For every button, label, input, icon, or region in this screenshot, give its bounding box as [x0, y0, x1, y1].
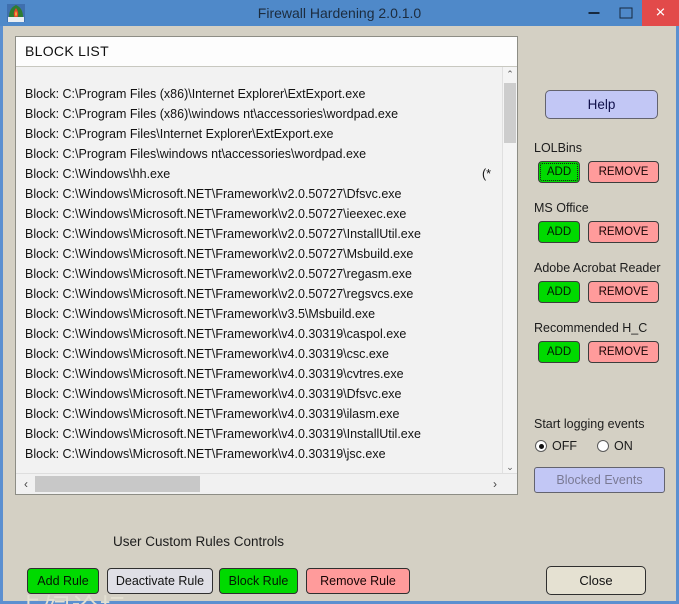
block-list-item[interactable]: Block: C:\Windows\Microsoft.NET\Framewor… — [16, 304, 502, 324]
block-list-body[interactable]: Block: C:\Program Files (x86)\Internet E… — [16, 67, 502, 475]
sidebar-group-label: LOLBins — [534, 141, 582, 155]
close-window-button[interactable]: × — [642, 0, 679, 26]
block-list-item[interactable]: Block: C:\Windows\Microsoft.NET\Framewor… — [16, 264, 502, 284]
radio-off-indicator — [535, 440, 547, 452]
block-list-title: BLOCK LIST — [25, 43, 109, 59]
block-list-item[interactable]: Block: C:\Windows\Microsoft.NET\Framewor… — [16, 384, 502, 404]
block-list-item[interactable]: Block: C:\Program Files (x86)\Internet E… — [16, 84, 502, 104]
logging-section-label: Start logging events — [534, 417, 645, 431]
add-button[interactable]: ADD — [538, 341, 580, 363]
block-list-item[interactable]: Block: C:\Windows\Microsoft.NET\Framewor… — [16, 184, 502, 204]
maximize-button[interactable] — [610, 0, 642, 26]
minimize-icon — [588, 12, 600, 14]
user-custom-rules-title: User Custom Rules Controls — [113, 534, 285, 549]
sidebar-group-label: Recommended H_C — [534, 321, 648, 335]
scroll-up-icon[interactable]: ⌃ — [503, 67, 517, 82]
block-list-item[interactable]: Block: C:\Windows\Microsoft.NET\Framewor… — [16, 324, 502, 344]
add-button[interactable]: ADD — [538, 161, 580, 183]
remove-button[interactable]: REMOVE — [588, 281, 659, 303]
block-list-item[interactable]: Block: C:\Windows\hh.exe (* — [16, 164, 502, 184]
block-list-item[interactable]: Block: C:\Program Files\windows nt\acces… — [16, 144, 502, 164]
block-list-header: BLOCK LIST — [16, 37, 517, 67]
horizontal-scroll-thumb[interactable] — [35, 476, 200, 492]
block-rule-button[interactable]: Block Rule — [219, 568, 298, 594]
block-list-item[interactable]: Block: C:\Program Files (x86)\windows nt… — [16, 104, 502, 124]
block-list-item[interactable]: Block: C:\Windows\Microsoft.NET\Framewor… — [16, 424, 502, 444]
scroll-left-icon[interactable]: ‹ — [18, 474, 34, 494]
maximize-icon — [619, 7, 633, 19]
client-area: BLOCK LIST Block: C:\Program Files (x86)… — [3, 26, 676, 604]
block-list-item[interactable]: Block: C:\Windows\Microsoft.NET\Framewor… — [16, 404, 502, 424]
block-list-panel: BLOCK LIST Block: C:\Program Files (x86)… — [15, 36, 518, 495]
blocked-events-button[interactable]: Blocked Events — [534, 467, 665, 493]
block-list-item[interactable]: Block: C:\Program Files\Internet Explore… — [16, 124, 502, 144]
block-list-item[interactable]: Block: C:\Windows\Microsoft.NET\Framewor… — [16, 204, 502, 224]
block-list-item[interactable]: Block: C:\Windows\Microsoft.NET\Framewor… — [16, 284, 502, 304]
block-list-item[interactable]: Block: C:\Windows\Microsoft.NET\Framewor… — [16, 244, 502, 264]
sidebar-panel: Help LOLBins ADD REMOVE MS Office ADD REMOVE A… — [527, 36, 672, 496]
remove-button[interactable]: REMOVE — [588, 341, 659, 363]
block-list-vertical-scrollbar[interactable]: ⌃ ⌄ — [502, 67, 517, 475]
vertical-scroll-thumb[interactable] — [504, 83, 516, 143]
block-list-item[interactable]: Block: C:\Windows\Microsoft.NET\Framewor… — [16, 224, 502, 244]
block-list-item-note: (* — [482, 167, 492, 181]
help-button[interactable]: Help — [545, 90, 658, 119]
minimize-button[interactable] — [578, 0, 610, 26]
block-list-item[interactable]: Block: C:\Windows\Microsoft.NET\Framewor… — [16, 364, 502, 384]
close-icon: × — [655, 2, 666, 22]
sidebar-group-label: Adobe Acrobat Reader — [534, 261, 661, 275]
block-list-horizontal-scrollbar[interactable]: ‹ › — [16, 473, 517, 494]
forum-watermark: 卡饲论坛 — [16, 588, 128, 604]
remove-button[interactable]: REMOVE — [588, 221, 659, 243]
block-list-item[interactable]: Block: C:\Windows\Microsoft.NET\Framewor… — [16, 344, 502, 364]
logging-on-label: ON — [614, 439, 633, 453]
logging-off-label: OFF — [552, 439, 577, 453]
remove-rule-button[interactable]: Remove Rule — [306, 568, 410, 594]
sidebar-group-label: MS Office — [534, 201, 589, 215]
block-list-rows: Block: C:\Program Files (x86)\Internet E… — [16, 84, 502, 464]
add-button[interactable]: ADD — [538, 221, 580, 243]
title-bar: Firewall Hardening 2.0.1.0 × — [0, 0, 679, 26]
remove-button[interactable]: REMOVE — [588, 161, 659, 183]
block-list-item[interactable]: Block: C:\Windows\Microsoft.NET\Framewor… — [16, 444, 502, 464]
firewall-hardening-window: Firewall Hardening 2.0.1.0 × BLOCK LIST … — [0, 0, 679, 604]
scroll-right-icon[interactable]: › — [487, 474, 503, 494]
radio-on-indicator — [597, 440, 609, 452]
add-button[interactable]: ADD — [538, 281, 580, 303]
close-button[interactable]: Close — [546, 566, 646, 595]
